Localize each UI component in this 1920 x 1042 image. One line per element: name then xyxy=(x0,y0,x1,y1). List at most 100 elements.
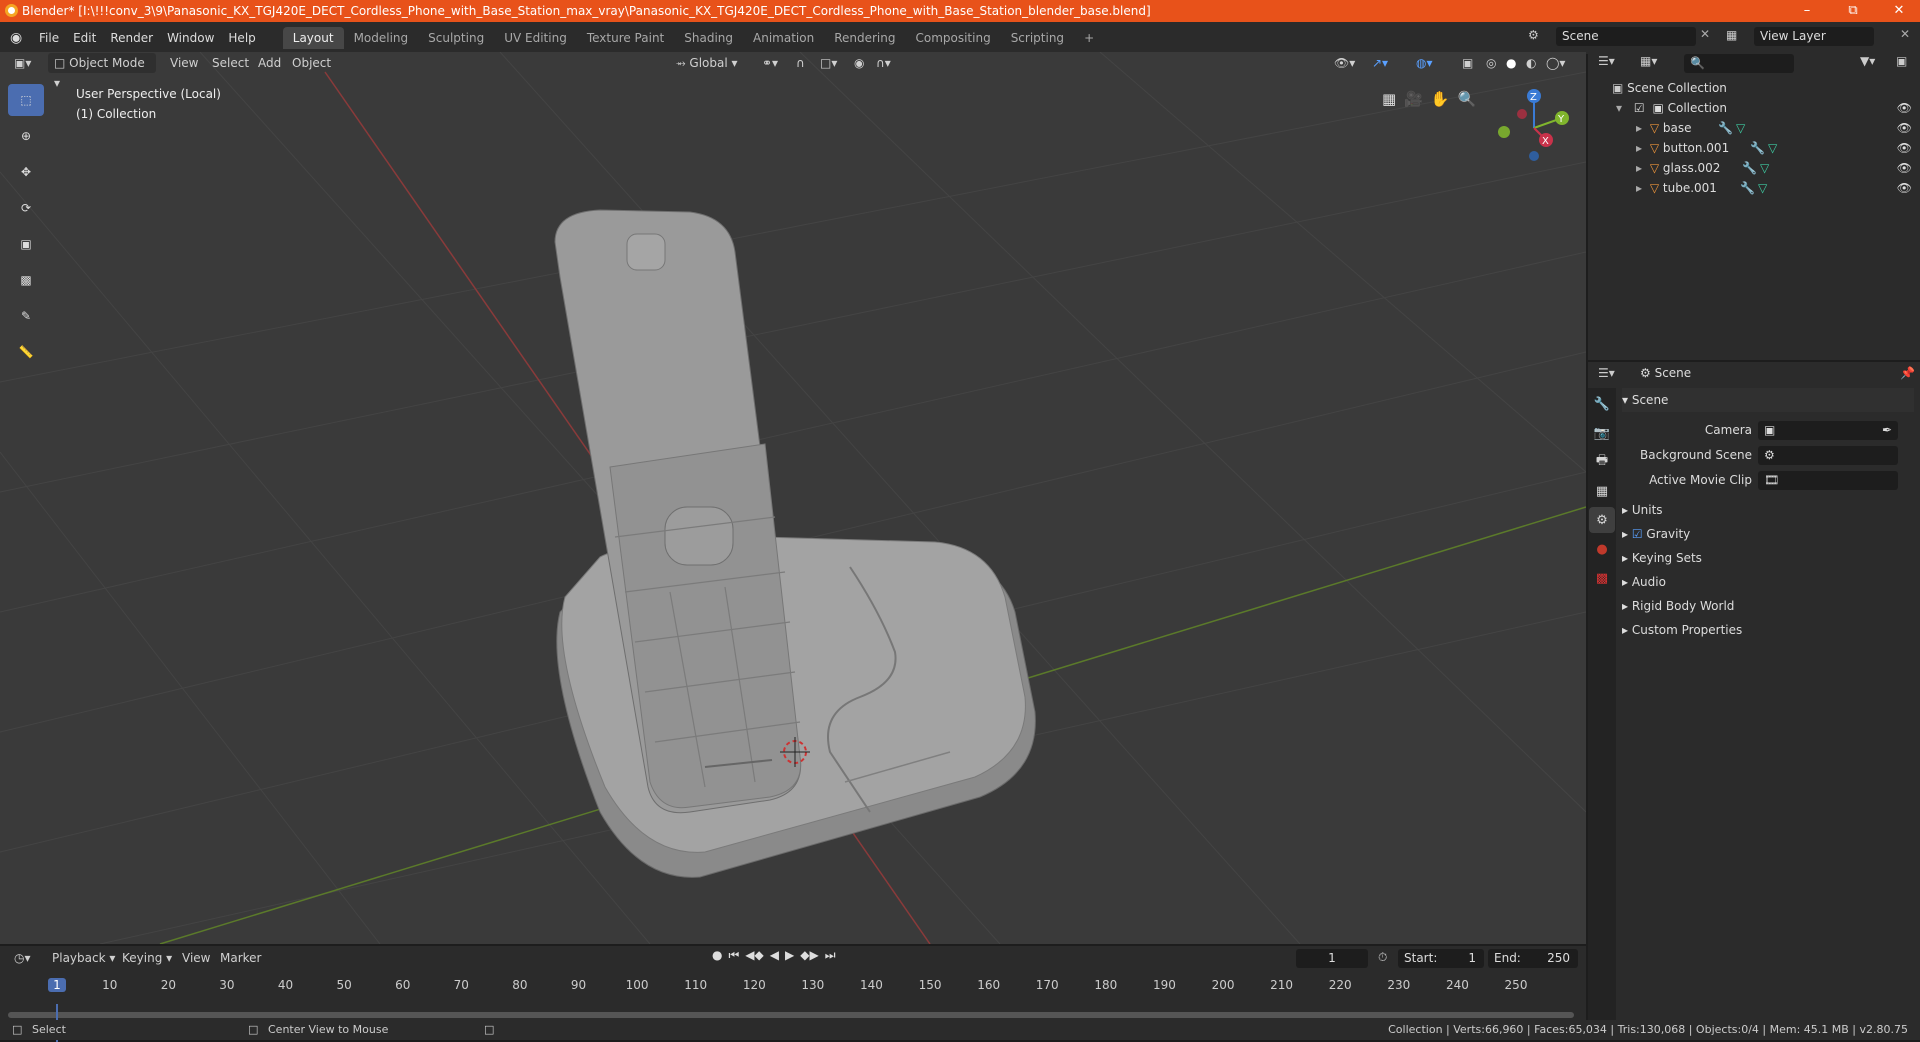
tab-animation[interactable]: Animation xyxy=(743,27,824,49)
add-menu[interactable]: Add xyxy=(252,53,287,73)
play-reverse-icon[interactable]: ◀ xyxy=(770,948,779,963)
scene-section[interactable]: ▾ Scene xyxy=(1622,388,1914,412)
gravity-panel[interactable]: ▸ ☑ Gravity xyxy=(1622,522,1914,546)
pan-hand-icon[interactable]: ✋ xyxy=(1431,90,1450,108)
view-layer-selector[interactable]: View Layer xyxy=(1754,27,1874,46)
record-icon[interactable]: ● xyxy=(712,948,722,963)
camera-field[interactable]: ▣ ✒ xyxy=(1758,421,1898,440)
outliner-object-base[interactable]: ▸ ▽ base 🔧 ▽ 👁 xyxy=(1588,118,1920,138)
editor-type-icon[interactable]: ▣▾ xyxy=(8,53,37,73)
scene-close-icon[interactable]: ✕ xyxy=(1700,27,1710,41)
outliner-object-button[interactable]: ▸ ▽ button.001 🔧 ▽ 👁 xyxy=(1588,138,1920,158)
outliner-search-input[interactable]: 🔍 xyxy=(1684,54,1794,73)
mode-selector[interactable]: □ Object Mode ▾ xyxy=(48,53,156,90)
collapse-arrow-icon[interactable]: ▾ xyxy=(1616,101,1622,115)
menu-edit[interactable]: Edit xyxy=(66,31,103,45)
move-tool-icon[interactable]: ✥ xyxy=(8,156,44,188)
marker-menu[interactable]: Marker xyxy=(214,948,267,968)
tab-layout[interactable]: Layout xyxy=(282,27,344,49)
select-box-tool-icon[interactable]: ⬚ xyxy=(8,84,44,116)
units-panel[interactable]: ▸ Units xyxy=(1622,498,1914,522)
scene-selector[interactable]: Scene xyxy=(1556,27,1696,46)
tab-rendering[interactable]: Rendering xyxy=(824,27,905,49)
menu-window[interactable]: Window xyxy=(160,31,221,45)
gizmo-icon[interactable]: ↗▾ xyxy=(1366,53,1394,73)
outliner-filter-mode-icon[interactable]: ▦▾ xyxy=(1640,54,1657,68)
filter-icon[interactable]: ▼▾ xyxy=(1860,54,1875,68)
eye-icon[interactable]: 👁 xyxy=(1897,98,1912,118)
background-scene-field[interactable]: ⚙ xyxy=(1758,446,1898,465)
tab-scripting[interactable]: Scripting xyxy=(1001,27,1074,49)
clock-icon[interactable]: ⏱ xyxy=(1378,950,1387,965)
expand-arrow-icon[interactable]: ▸ xyxy=(1636,181,1642,195)
properties-editor-icon[interactable]: ☰▾ xyxy=(1598,366,1615,380)
expand-arrow-icon[interactable]: ▸ xyxy=(1636,121,1642,135)
movie-clip-field[interactable]: 🎞 xyxy=(1758,471,1898,490)
outliner-scene-collection[interactable]: ▣ Scene Collection xyxy=(1588,78,1920,98)
render-tab-icon[interactable]: 📷 xyxy=(1589,420,1615,446)
timeline-editor-icon[interactable]: ◷▾ xyxy=(8,948,37,968)
custom-properties-panel[interactable]: ▸ Custom Properties xyxy=(1622,618,1914,642)
object-menu[interactable]: Object xyxy=(286,53,337,73)
playback-menu[interactable]: Playback ▾ xyxy=(46,948,121,968)
eye-icon[interactable]: 👁 xyxy=(1897,178,1912,198)
timeline-view-menu[interactable]: View xyxy=(176,948,216,968)
outliner-object-tube[interactable]: ▸ ▽ tube.001 🔧 ▽ 👁 xyxy=(1588,178,1920,198)
rigid-body-panel[interactable]: ▸ Rigid Body World xyxy=(1622,594,1914,618)
tab-texture-paint[interactable]: Texture Paint xyxy=(577,27,674,49)
menu-help[interactable]: Help xyxy=(221,31,262,45)
minimize-button[interactable]: – xyxy=(1784,0,1830,22)
view-layer-close-icon[interactable]: ✕ xyxy=(1900,27,1910,41)
annotate-tool-icon[interactable]: ✎ xyxy=(8,300,44,332)
tab-sculpting[interactable]: Sculpting xyxy=(418,27,494,49)
scale-tool-icon[interactable]: ▣ xyxy=(8,228,44,260)
jump-start-icon[interactable]: ⏮ xyxy=(728,948,739,963)
add-workspace-button[interactable]: + xyxy=(1074,27,1104,49)
select-menu[interactable]: Select xyxy=(206,53,255,73)
timeline-scrollbar[interactable] xyxy=(8,1012,1574,1018)
menu-file[interactable]: File xyxy=(32,31,66,45)
pin-icon[interactable]: 📌 xyxy=(1900,366,1915,380)
zoom-icon[interactable]: 🔍 xyxy=(1458,90,1477,108)
tool-tab-icon[interactable]: 🔧 xyxy=(1589,391,1615,417)
eyedropper-icon[interactable]: ✒ xyxy=(1882,421,1892,440)
play-icon[interactable]: ▶ xyxy=(785,948,794,963)
expand-arrow-icon[interactable]: ▸ xyxy=(1636,161,1642,175)
gravity-checkbox-icon[interactable]: ☑ xyxy=(1632,527,1647,541)
snap-target-icon[interactable]: □▾ xyxy=(814,53,843,73)
keying-sets-panel[interactable]: ▸ Keying Sets xyxy=(1622,546,1914,570)
tab-shading[interactable]: Shading xyxy=(674,27,743,49)
keying-menu[interactable]: Keying ▾ xyxy=(116,948,178,968)
world-tab-icon[interactable]: ● xyxy=(1589,536,1615,562)
scene-tab-icon[interactable]: ⚙ xyxy=(1589,507,1615,533)
rotate-tool-icon[interactable]: ⟳ xyxy=(8,192,44,224)
end-frame-field[interactable]: End: 250 xyxy=(1488,949,1578,968)
eye-icon[interactable]: 👁 xyxy=(1897,158,1912,178)
jump-end-icon[interactable]: ⏭ xyxy=(825,948,836,963)
snap-icon[interactable]: ∩ xyxy=(790,53,811,73)
start-frame-field[interactable]: Start: 1 xyxy=(1398,949,1484,968)
pivot-icon[interactable]: ⚭▾ xyxy=(756,53,784,73)
view-menu[interactable]: View xyxy=(164,53,204,73)
camera-view-icon[interactable]: 🎥 xyxy=(1404,90,1423,108)
outliner-object-glass[interactable]: ▸ ▽ glass.002 🔧 ▽ 👁 xyxy=(1588,158,1920,178)
proportional-edit-icon[interactable]: ◉ xyxy=(848,53,870,73)
output-tab-icon[interactable]: 🖶 xyxy=(1589,449,1615,475)
eye-icon[interactable]: 👁 xyxy=(1897,138,1912,158)
new-collection-icon[interactable]: ▣ xyxy=(1896,54,1907,68)
overlays-icon[interactable]: ◍▾ xyxy=(1410,53,1439,73)
tab-modeling[interactable]: Modeling xyxy=(344,27,419,49)
outliner-collection[interactable]: ▾ ☑ ▣ Collection 👁 xyxy=(1588,98,1920,118)
grid-view-icon[interactable]: ▦ xyxy=(1382,90,1396,108)
menu-render[interactable]: Render xyxy=(103,31,160,45)
cursor-tool-icon[interactable]: ⊕ xyxy=(8,120,44,152)
rendered-shading-icon[interactable]: ◯▾ xyxy=(1540,53,1571,73)
tab-uv-editing[interactable]: UV Editing xyxy=(494,27,577,49)
next-keyframe-icon[interactable]: ◆▶ xyxy=(800,948,818,963)
current-frame-field[interactable]: 1 xyxy=(1296,949,1368,968)
blender-menu-icon[interactable]: ◉ xyxy=(10,30,32,46)
audio-panel[interactable]: ▸ Audio xyxy=(1622,570,1914,594)
collection-checkbox-icon[interactable]: ☑ xyxy=(1634,101,1645,115)
tab-compositing[interactable]: Compositing xyxy=(905,27,1000,49)
prev-keyframe-icon[interactable]: ◀◆ xyxy=(745,948,763,963)
